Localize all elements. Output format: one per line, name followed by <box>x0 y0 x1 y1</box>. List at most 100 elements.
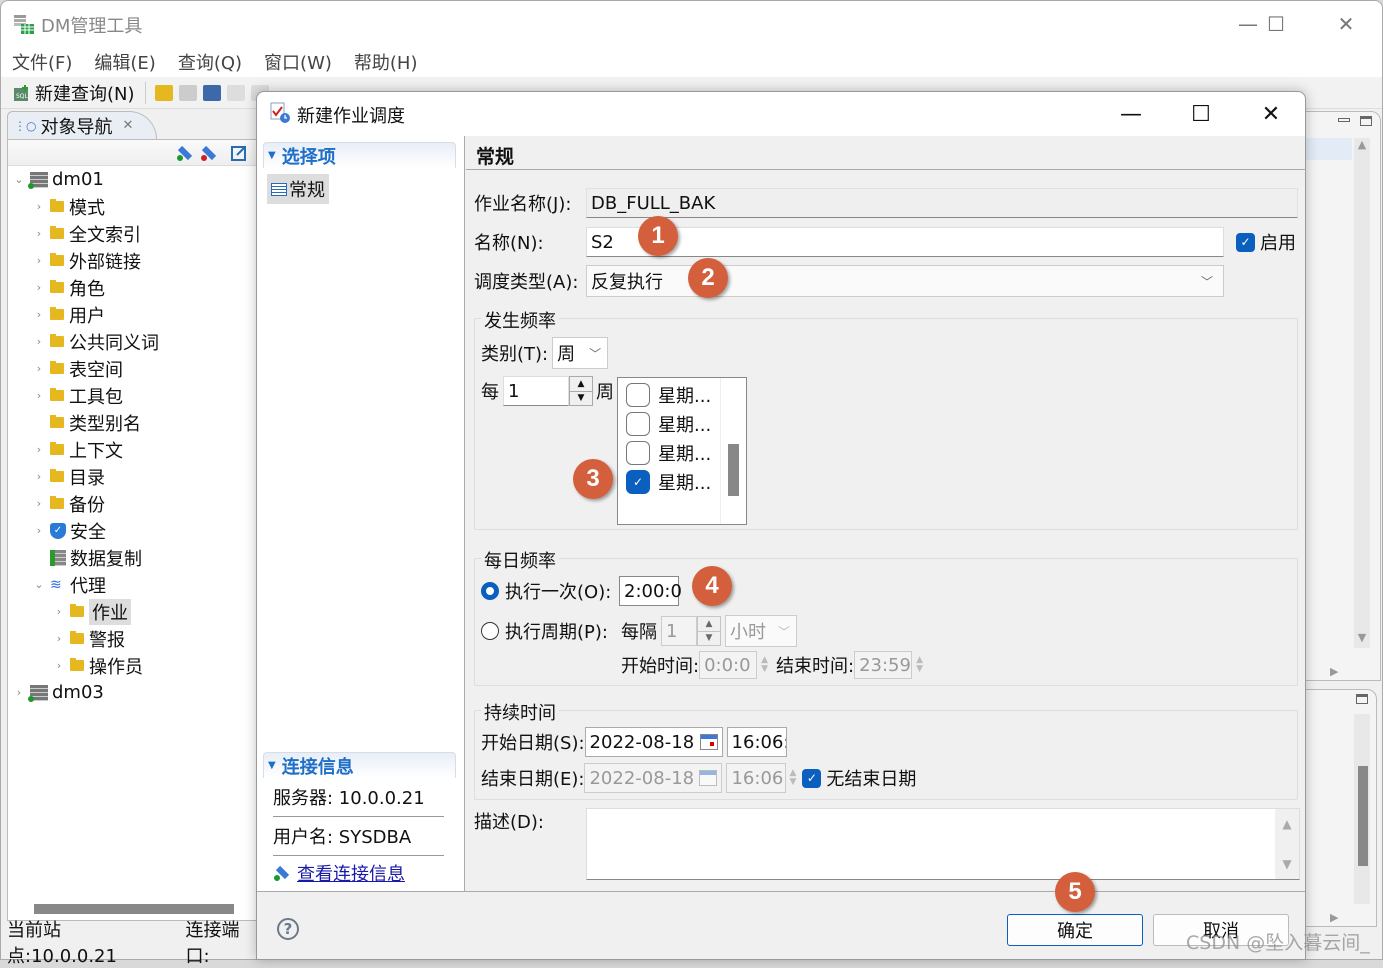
description-scrollbar[interactable]: ▲ ▼ <box>1275 809 1299 879</box>
chevron-right-icon[interactable]: › <box>32 389 46 402</box>
chevron-right-icon[interactable]: › <box>32 497 46 510</box>
edit-icon[interactable] <box>230 144 248 162</box>
end-time-input[interactable]: 23:59:59 <box>854 651 913 679</box>
weekday-checkbox[interactable] <box>626 382 650 407</box>
chevron-right-icon[interactable]: › <box>32 308 46 321</box>
close-button[interactable]: ✕ <box>1323 7 1369 41</box>
connect-icon[interactable] <box>176 144 194 162</box>
execute-once-radio[interactable] <box>481 582 499 600</box>
tree-item[interactable]: › 作业 <box>8 598 258 625</box>
chevron-right-icon[interactable]: › <box>32 200 46 213</box>
dialog-minimize-button[interactable]: — <box>1101 96 1161 132</box>
stepper-up-icon[interactable]: ▲ <box>570 377 592 391</box>
options-section-header[interactable]: ▼ 选择项 <box>263 142 456 168</box>
tree-item[interactable]: › 上下文 <box>8 436 258 463</box>
vertical-scrollbar[interactable] <box>1354 714 1370 904</box>
chevron-down-icon[interactable]: ⌄ <box>12 173 26 186</box>
menu-help[interactable]: 帮助(H) <box>343 47 429 77</box>
end-time-of-day-input[interactable]: 16:06:02 <box>726 763 787 793</box>
tree-item[interactable]: › 外部链接 <box>8 247 258 274</box>
interval-input[interactable]: 1 <box>661 616 697 646</box>
menu-edit[interactable]: 编辑(E) <box>83 47 166 77</box>
scroll-thumb[interactable] <box>728 444 739 496</box>
end-time-stepper[interactable]: ▲ ▼ <box>789 769 796 787</box>
start-time-input[interactable]: 0:0:0 <box>699 651 758 679</box>
weekday-checkbox[interactable]: ✓ <box>626 469 650 494</box>
panel-minimize-icon[interactable] <box>1338 118 1350 122</box>
tree-item[interactable]: › 目录 <box>8 463 258 490</box>
end-time-stepper[interactable]: ▲ ▼ <box>916 656 923 674</box>
chevron-right-icon[interactable]: › <box>32 524 46 537</box>
tree-item[interactable]: 类型别名 <box>8 409 258 436</box>
chevron-right-icon[interactable]: › <box>52 632 66 645</box>
no-end-date-checkbox[interactable]: ✓ <box>802 768 822 788</box>
chevron-right-icon[interactable]: › <box>32 362 46 375</box>
connection-section-header[interactable]: ▼ 连接信息 <box>263 752 456 778</box>
save-icon[interactable] <box>178 84 197 101</box>
category-select[interactable]: 周 ﹀ <box>552 337 609 369</box>
start-date-input[interactable]: 2022-08-18 <box>584 727 723 757</box>
scroll-right-arrow[interactable]: ▶ <box>1330 665 1338 678</box>
tree-item[interactable]: › 警报 <box>8 625 258 652</box>
execute-period-radio[interactable] <box>481 622 499 640</box>
new-query-button[interactable]: SQL 新建查询(N) <box>9 80 139 106</box>
calendar-icon[interactable] <box>699 734 718 750</box>
chevron-right-icon[interactable]: › <box>52 605 66 618</box>
tree-item[interactable]: › 备份 <box>8 490 258 517</box>
panel-maximize-icon[interactable] <box>1356 694 1368 704</box>
dialog-close-button[interactable]: ✕ <box>1241 96 1301 132</box>
chevron-right-icon[interactable]: › <box>12 686 26 699</box>
maximize-button[interactable]: ☐ <box>1253 7 1299 41</box>
tab-object-navigator[interactable]: ⋮○ 对象导航 ✕ <box>7 111 157 139</box>
tree-item[interactable]: › ✓ 安全 <box>8 517 258 544</box>
tree-item[interactable]: ⌄ dm01 <box>8 166 258 193</box>
start-time-stepper[interactable]: ▲ ▼ <box>761 656 768 674</box>
chevron-right-icon[interactable]: › <box>32 335 46 348</box>
stepper-down-icon[interactable]: ▼ <box>698 630 720 645</box>
chevron-right-icon[interactable]: › <box>32 281 46 294</box>
undo-icon[interactable] <box>226 84 245 101</box>
panel-maximize-icon[interactable] <box>1360 116 1372 126</box>
ok-button[interactable]: 确定 <box>1007 914 1143 946</box>
disconnect-icon[interactable] <box>200 144 218 162</box>
weekday-checkbox[interactable] <box>626 440 650 465</box>
chevron-right-icon[interactable]: › <box>32 254 46 267</box>
schedule-type-select[interactable]: 反复执行 ﹀ <box>586 265 1224 297</box>
tree-item[interactable]: › 表空间 <box>8 355 258 382</box>
tree-item[interactable]: 数据复制 <box>8 544 258 571</box>
enabled-checkbox[interactable]: ✓ <box>1236 232 1255 252</box>
vertical-scrollbar[interactable]: ▲ ▼ <box>1354 138 1370 648</box>
weekday-checkbox[interactable] <box>626 411 650 436</box>
menu-window[interactable]: 窗口(W) <box>253 47 343 77</box>
help-icon[interactable]: ? <box>277 918 299 940</box>
name-input[interactable]: S2 <box>586 227 1224 257</box>
stepper-down-icon[interactable]: ▼ <box>570 390 592 405</box>
tree-item[interactable]: › 公共同义词 <box>8 328 258 355</box>
tab-close-icon[interactable]: ✕ <box>122 118 133 133</box>
once-time-input[interactable]: 2:00:0 <box>619 576 682 606</box>
scroll-up-icon[interactable]: ▲ <box>1282 817 1291 831</box>
weekday-scrollbar[interactable] <box>720 378 746 524</box>
calendar-icon[interactable] <box>699 770 718 786</box>
chevron-right-icon[interactable]: › <box>32 227 46 240</box>
stepper-up-icon[interactable]: ▲ <box>698 617 720 631</box>
tree-item[interactable]: › 角色 <box>8 274 258 301</box>
end-date-input[interactable]: 2022-08-18 <box>584 763 723 793</box>
scroll-down-icon[interactable]: ▼ <box>1282 857 1291 871</box>
chevron-right-icon[interactable]: › <box>52 659 66 672</box>
save-all-icon[interactable] <box>202 84 221 101</box>
horizontal-scrollbar[interactable] <box>34 904 234 914</box>
description-textarea[interactable]: ▲ ▼ <box>586 808 1300 880</box>
start-time-of-day-input[interactable]: 16:06:02 <box>726 727 787 757</box>
scroll-thumb[interactable] <box>1358 766 1368 866</box>
every-week-input[interactable]: 1 <box>503 376 569 406</box>
tree-item[interactable]: › dm03 <box>8 679 258 706</box>
tree-item[interactable]: › 用户 <box>8 301 258 328</box>
interval-unit-select[interactable]: 小时 ﹀ <box>725 615 797 647</box>
tree-item[interactable]: ⌄ ≋ 代理 <box>8 571 258 598</box>
tree-item[interactable]: › 操作员 <box>8 652 258 679</box>
interval-stepper[interactable]: ▲ ▼ <box>697 616 721 646</box>
menu-query[interactable]: 查询(Q) <box>167 47 253 77</box>
tree-item[interactable]: › 全文索引 <box>8 220 258 247</box>
open-folder-icon[interactable] <box>154 84 173 101</box>
